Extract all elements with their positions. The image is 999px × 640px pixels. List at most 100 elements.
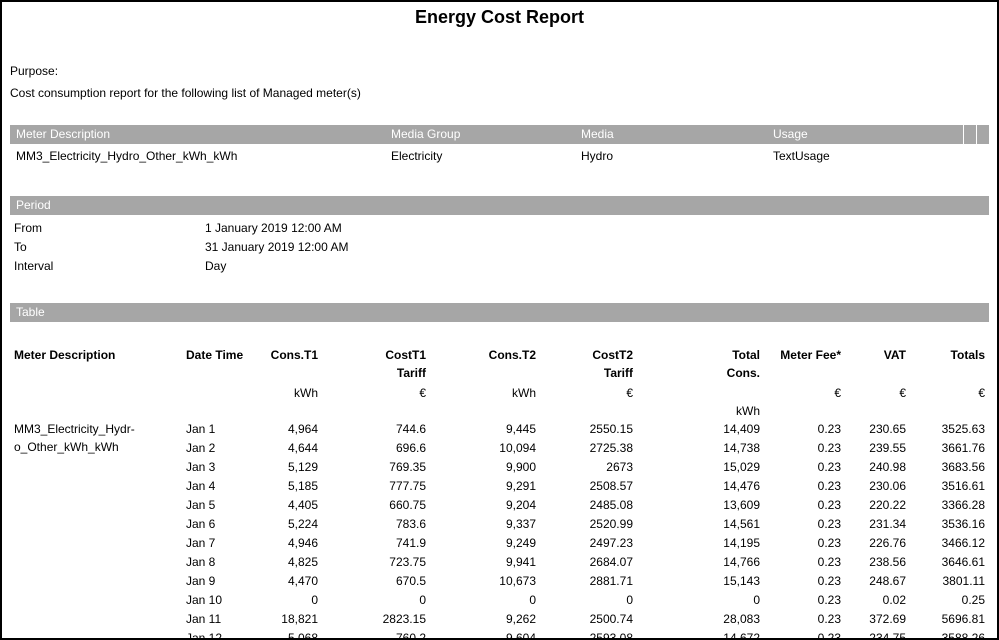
cell-totals: 3683.56	[910, 458, 989, 477]
cell-total-cons: 0	[637, 591, 764, 610]
meter-header-spacer	[963, 125, 976, 144]
data-table-units-row: kWh€kWh€kWh€€€	[10, 382, 989, 420]
cell-date: Jan 2	[182, 439, 258, 458]
period-to-label: To	[10, 238, 205, 257]
cell-total-cons: 14,766	[637, 553, 764, 572]
cell-cons-t2: 9,337	[430, 515, 540, 534]
cell-cost-t2: 2500.74	[540, 610, 637, 629]
cell-cons-t1: 4,405	[258, 496, 322, 515]
column-header: Cons.T1	[258, 346, 322, 382]
unit-cell: kWh	[430, 382, 540, 420]
column-header: Cons.T2	[430, 346, 540, 382]
column-header: TotalCons.	[637, 346, 764, 382]
media-group-value: Electricity	[385, 147, 575, 166]
cell-cost-t2: 2881.71	[540, 572, 637, 591]
report-page: Energy Cost Report Purpose: Cost consump…	[0, 0, 999, 640]
cell-vat: 239.55	[845, 439, 910, 458]
cell-cost-t2: 2684.07	[540, 553, 637, 572]
meter-header-meter-description: Meter Description	[10, 125, 385, 144]
meter-header-spacer	[976, 125, 989, 144]
cell-total-cons: 14,738	[637, 439, 764, 458]
unit-cell: €	[845, 382, 910, 420]
cell-meter-fee: 0.23	[764, 610, 845, 629]
cell-cost-t1: 660.75	[322, 496, 430, 515]
cell-cost-t2: 2497.23	[540, 534, 637, 553]
cell-meter-fee: 0.23	[764, 629, 845, 640]
cell-vat: 372.69	[845, 610, 910, 629]
cell-cons-t1: 4,825	[258, 553, 322, 572]
cell-cost-t2: 2550.15	[540, 420, 637, 439]
cell-cons-t1: 0	[258, 591, 322, 610]
cell-cons-t2: 0	[430, 591, 540, 610]
column-header: Totals	[910, 346, 989, 382]
cell-total-cons: 14,409	[637, 420, 764, 439]
cell-vat: 238.56	[845, 553, 910, 572]
cell-totals: 3588.26	[910, 629, 989, 640]
cell-cost-t1: 723.75	[322, 553, 430, 572]
cell-vat: 0.02	[845, 591, 910, 610]
period-from-label: From	[10, 219, 205, 238]
cell-meter-fee: 0.23	[764, 572, 845, 591]
cell-cost-t2: 2520.99	[540, 515, 637, 534]
cell-vat: 230.65	[845, 420, 910, 439]
usage-value: TextUsage	[767, 147, 963, 166]
cell-cons-t2: 9,249	[430, 534, 540, 553]
cell-cost-t1: 783.6	[322, 515, 430, 534]
cell-cons-t2: 10,673	[430, 572, 540, 591]
cell-total-cons: 14,195	[637, 534, 764, 553]
cell-cons-t1: 5,068	[258, 629, 322, 640]
cell-date: Jan 5	[182, 496, 258, 515]
cell-cost-t1: 741.9	[322, 534, 430, 553]
purpose-label: Purpose:	[10, 64, 989, 79]
cell-total-cons: 13,609	[637, 496, 764, 515]
meter-description-value: MM3_Electricity_Hydro_Other_kWh_kWh	[10, 147, 385, 166]
cell-cost-t2: 2673	[540, 458, 637, 477]
cell-total-cons: 14,476	[637, 477, 764, 496]
cell-date: Jan 3	[182, 458, 258, 477]
cell-totals: 3516.61	[910, 477, 989, 496]
unit-cell: kWh	[258, 382, 322, 420]
cell-cost-t1: 777.75	[322, 477, 430, 496]
report-title: Energy Cost Report	[10, 6, 989, 28]
period-table: From 1 January 2019 12:00 AM To 31 Janua…	[10, 219, 348, 276]
cell-vat: 220.22	[845, 496, 910, 515]
cell-total-cons: 15,143	[637, 572, 764, 591]
period-from-value: 1 January 2019 12:00 AM	[205, 219, 348, 238]
cell-cons-t1: 4,946	[258, 534, 322, 553]
cell-totals: 3801.11	[910, 572, 989, 591]
cell-vat: 231.34	[845, 515, 910, 534]
cell-date: Jan 11	[182, 610, 258, 629]
cell-totals: 0.25	[910, 591, 989, 610]
unit-cell: €	[322, 382, 430, 420]
column-header: CostT1Tariff	[322, 346, 430, 382]
cell-meter-fee: 0.23	[764, 534, 845, 553]
cell-date: Jan 4	[182, 477, 258, 496]
cell-cost-t2: 2508.57	[540, 477, 637, 496]
cell-date: Jan 1	[182, 420, 258, 439]
period-row-to: To 31 January 2019 12:00 AM	[10, 238, 348, 257]
cell-cons-t1: 5,129	[258, 458, 322, 477]
cell-date: Jan 7	[182, 534, 258, 553]
cell-cost-t2: 0	[540, 591, 637, 610]
cell-cons-t2: 9,262	[430, 610, 540, 629]
period-interval-value: Day	[205, 257, 348, 276]
cell-cons-t1: 4,644	[258, 439, 322, 458]
cell-date: Jan 6	[182, 515, 258, 534]
period-row-interval: Interval Day	[10, 257, 348, 276]
cell-cons-t1: 5,185	[258, 477, 322, 496]
cell-meter-fee: 0.23	[764, 439, 845, 458]
cell-cons-t1: 4,470	[258, 572, 322, 591]
period-interval-label: Interval	[10, 257, 205, 276]
column-header: Meter Fee*	[764, 346, 845, 382]
cell-cost-t1: 670.5	[322, 572, 430, 591]
period-to-value: 31 January 2019 12:00 AM	[205, 238, 348, 257]
meter-header-media: Media	[575, 125, 767, 144]
cell-total-cons: 14,561	[637, 515, 764, 534]
cell-meter-fee: 0.23	[764, 553, 845, 572]
cell-cons-t2: 9,604	[430, 629, 540, 640]
table-section-bar: Table	[10, 303, 989, 322]
unit-cell: €	[540, 382, 637, 420]
cell-cons-t1: 18,821	[258, 610, 322, 629]
cell-cost-t1: 0	[322, 591, 430, 610]
cell-vat: 234.75	[845, 629, 910, 640]
